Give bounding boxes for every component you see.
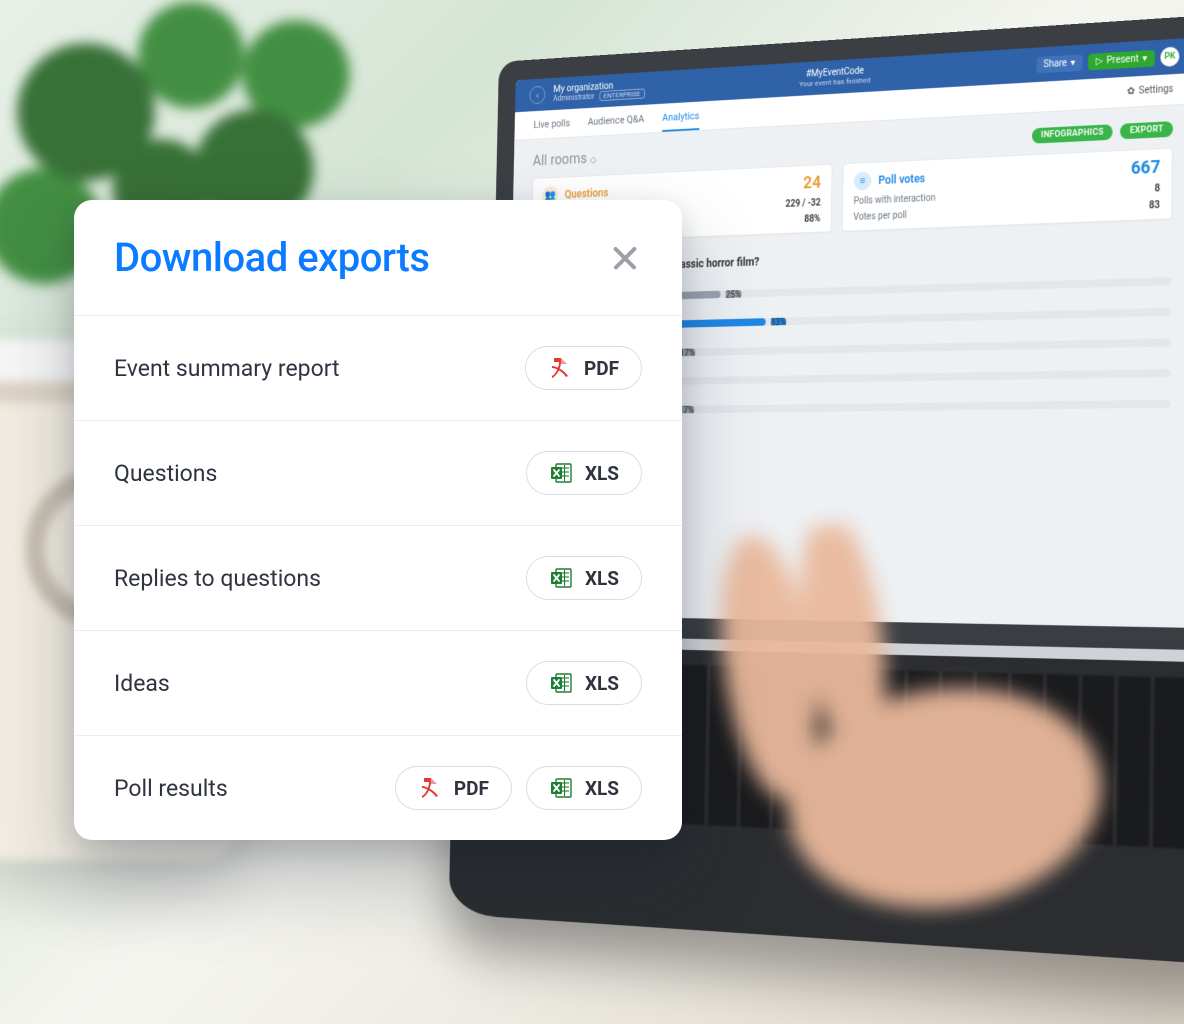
votes-title: Poll votes xyxy=(878,171,925,186)
pdf-icon xyxy=(418,776,442,800)
export-row-label: Questions xyxy=(114,460,217,487)
format-label: XLS xyxy=(585,567,619,590)
xls-icon xyxy=(549,566,573,590)
xls-icon xyxy=(549,671,573,695)
export-row: Event summary report PDF xyxy=(74,315,682,420)
xls-button[interactable]: XLS xyxy=(526,556,642,600)
likes-value: 229 / -32 xyxy=(785,198,820,210)
export-row: Replies to questions XLS xyxy=(74,525,682,630)
user-role: Administrator xyxy=(553,93,594,104)
format-label: XLS xyxy=(585,777,619,800)
present-label: Present xyxy=(1107,53,1139,66)
tab-live-polls[interactable]: Live polls xyxy=(533,117,570,131)
questions-title: Questions xyxy=(565,186,609,201)
xls-icon xyxy=(549,776,573,800)
format-label: PDF xyxy=(454,777,489,800)
xls-button[interactable]: XLS xyxy=(526,766,642,810)
export-button[interactable]: EXPORT xyxy=(1120,121,1173,139)
format-label: XLS xyxy=(585,462,619,485)
export-row-label: Poll results xyxy=(114,775,228,802)
chevron-icon: ◇ xyxy=(590,155,596,165)
export-row: Ideas XLS xyxy=(74,630,682,735)
export-row-label: Ideas xyxy=(114,670,170,697)
vpp-label: Votes per poll xyxy=(853,210,907,222)
plan-badge: ENTERPRISE xyxy=(599,89,644,102)
export-row: Questions XLS xyxy=(74,420,682,525)
poll-pct: 33% xyxy=(770,318,786,326)
settings-link[interactable]: ✿ Settings xyxy=(1127,84,1173,97)
xls-icon xyxy=(549,461,573,485)
votes-count: 667 xyxy=(1131,157,1161,179)
pdf-button[interactable]: PDF xyxy=(525,346,642,390)
share-button[interactable]: Share ▾ xyxy=(1036,54,1083,73)
export-row-label: Event summary report xyxy=(114,355,340,382)
export-row-label: Replies to questions xyxy=(114,565,321,592)
pdf-button[interactable]: PDF xyxy=(395,766,512,810)
poll-icon: ≡ xyxy=(854,171,872,191)
vpp-value: 83 xyxy=(1149,200,1160,211)
modal-title: Download exports xyxy=(114,234,429,281)
close-icon[interactable] xyxy=(608,241,642,275)
format-label: XLS xyxy=(585,672,619,695)
poll-pct: 25% xyxy=(726,290,742,298)
room-filter-label: All rooms xyxy=(533,149,588,169)
infographics-button[interactable]: INFOGRAPHICS xyxy=(1032,124,1113,144)
gear-icon: ✿ xyxy=(1127,86,1135,97)
back-button[interactable]: ‹ xyxy=(529,86,545,105)
settings-label: Settings xyxy=(1139,84,1174,97)
xls-button[interactable]: XLS xyxy=(526,661,642,705)
anon-value: 88% xyxy=(804,214,820,225)
format-label: PDF xyxy=(584,357,619,380)
export-row: Poll results PDF XLS xyxy=(74,735,682,840)
download-exports-modal: Download exports Event summary report PDF… xyxy=(74,200,682,840)
avatar[interactable]: PK xyxy=(1160,46,1179,67)
share-label: Share xyxy=(1043,58,1067,70)
tab-audience-qa[interactable]: Audience Q&A xyxy=(588,113,645,128)
room-filter[interactable]: All rooms ◇ xyxy=(533,149,597,169)
pwi-value: 8 xyxy=(1155,183,1161,194)
tab-analytics[interactable]: Analytics xyxy=(662,110,699,132)
pdf-icon xyxy=(548,356,572,380)
questions-count: 24 xyxy=(803,173,821,193)
xls-button[interactable]: XLS xyxy=(526,451,642,495)
votes-card: ≡ Poll votes 667 Polls with interaction 8… xyxy=(842,148,1173,232)
present-button[interactable]: ▷ Present ▾ xyxy=(1088,49,1155,70)
pwi-label: Polls with interaction xyxy=(854,193,936,207)
